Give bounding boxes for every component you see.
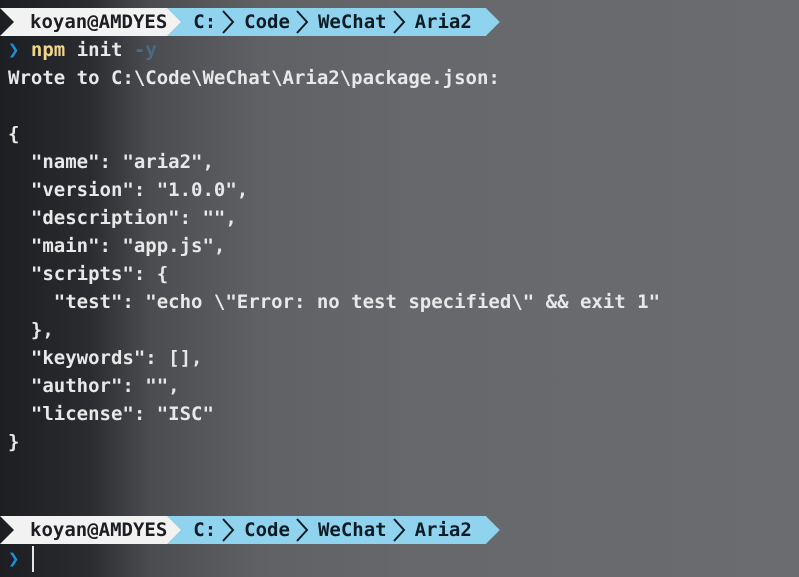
output-line: Wrote to C:\Code\WeChat\Aria2\package.js… (8, 67, 500, 89)
output-line: "keywords": [], (8, 347, 203, 369)
path-part-code: Code (244, 519, 290, 541)
output-line: { (8, 123, 20, 145)
output-line: } (8, 431, 20, 453)
path-part-code: Code (244, 11, 290, 33)
prompt-user-segment: koyan@AMDYES (0, 8, 181, 36)
prompt-bar: koyan@AMDYES C: Code WeChat Aria2 (0, 516, 500, 544)
path-separator-icon (220, 516, 236, 544)
command-args: init (76, 39, 123, 61)
path-separator-icon (220, 8, 236, 36)
text-cursor (32, 546, 34, 572)
command-program: npm (30, 39, 66, 61)
output-line: }, (8, 319, 54, 341)
prompt-path-segment: C: Code WeChat Aria2 (167, 516, 500, 544)
path-part-drive: C: (193, 519, 217, 541)
path-separator-icon (294, 516, 310, 544)
output-line: "license": "ISC" (8, 403, 214, 425)
output-line: "scripts": { (8, 263, 169, 285)
path-separator-icon (391, 8, 407, 36)
path-part-drive: C: (193, 11, 217, 33)
command-line: ❯ npm init -y (8, 36, 157, 64)
path-part-wechat: WeChat (317, 519, 387, 541)
input-line[interactable]: ❯ (8, 545, 19, 573)
output-line: "author": "", (8, 375, 180, 397)
output-line: "version": "1.0.0", (8, 179, 249, 201)
output-line: "name": "aria2", (8, 151, 214, 173)
output-line: "description": "", (8, 207, 237, 229)
prompt-chevron-icon: ❯ (8, 39, 20, 61)
path-separator-icon (294, 8, 310, 36)
path-separator-icon (391, 516, 407, 544)
prompt-bar: koyan@AMDYES C: Code WeChat Aria2 (0, 8, 500, 36)
prompt-chevron-icon: ❯ (8, 548, 20, 570)
path-part-aria2: Aria2 (414, 11, 472, 33)
path-part-wechat: WeChat (317, 11, 387, 33)
path-part-aria2: Aria2 (414, 519, 472, 541)
output-line: "test": "echo \"Error: no test specified… (8, 291, 661, 313)
prompt-path-segment: C: Code WeChat Aria2 (167, 8, 500, 36)
prompt-user-segment: koyan@AMDYES (0, 516, 181, 544)
output-line: "main": "app.js", (8, 235, 226, 257)
command-flag: -y (133, 39, 157, 61)
